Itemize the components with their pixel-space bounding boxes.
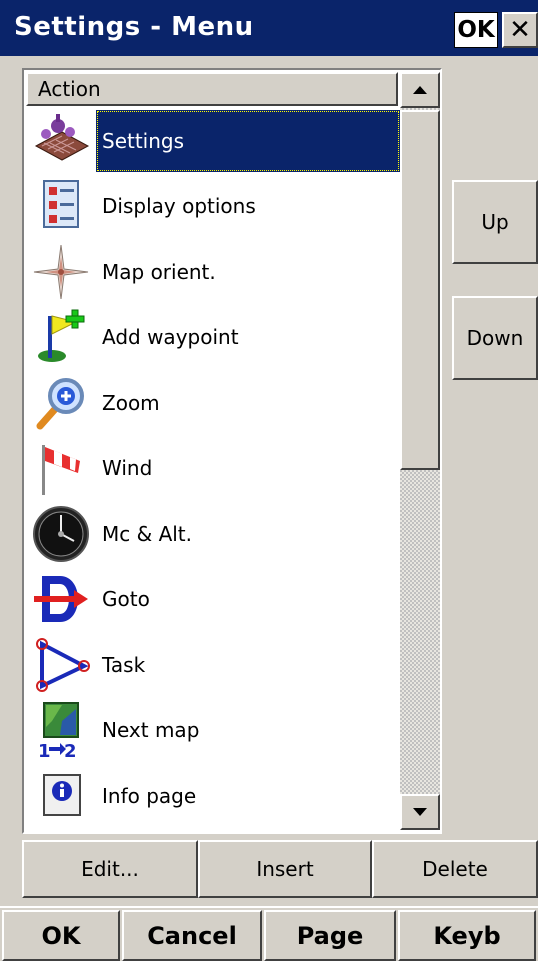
list-item-display-options[interactable]: Display options (26, 174, 400, 240)
action-list[interactable]: Action Settings Display options Map orie… (22, 68, 442, 834)
list-item-label: Map orient. (102, 259, 216, 284)
move-down-button[interactable]: Down (452, 296, 538, 380)
list-item-zoom[interactable]: Zoom (26, 370, 400, 436)
menu-ok-button[interactable]: OK (2, 910, 120, 961)
list-item-label: Add waypoint (102, 325, 239, 350)
list-item-goto[interactable]: Goto (26, 567, 400, 633)
list-item-label: Goto (102, 587, 150, 612)
compass-rose-icon (26, 242, 96, 302)
add-waypoint-flag-icon (26, 307, 96, 367)
menu-page-button[interactable]: Page (264, 910, 396, 961)
list-item-next-map[interactable]: 1 2 Next map (26, 698, 400, 764)
arrow-up-icon (413, 86, 427, 94)
list-item-map-orient[interactable]: Map orient. (26, 239, 400, 305)
info-icon (26, 766, 96, 826)
scroll-thumb[interactable] (400, 110, 440, 470)
menu-bar: OK Cancel Page Keyb (0, 906, 538, 961)
scroll-up-button[interactable] (400, 72, 440, 108)
vertical-scrollbar[interactable] (400, 72, 440, 830)
altimeter-gauge-icon (26, 504, 96, 564)
title-ok-button[interactable]: OK (454, 12, 498, 48)
zoom-magnifier-icon (26, 373, 96, 433)
list-item-settings[interactable]: Settings (26, 108, 400, 174)
insert-button[interactable]: Insert (198, 840, 372, 898)
list-item-wind[interactable]: Wind (26, 436, 400, 502)
svg-text:1: 1 (38, 741, 51, 759)
list-rows: Settings Display options Map orient. Add… (26, 108, 400, 829)
next-map-icon: 1 2 (26, 700, 96, 760)
scroll-down-button[interactable] (400, 794, 440, 830)
goto-arrow-icon (26, 569, 96, 629)
delete-button[interactable]: Delete (372, 840, 538, 898)
list-item-label: Wind (102, 456, 153, 481)
list-item-label: Info page (102, 783, 197, 808)
menu-keyb-button[interactable]: Keyb (398, 910, 536, 961)
list-item-label: Display options (102, 194, 256, 219)
list-item-label: Settings (96, 110, 400, 172)
move-up-button[interactable]: Up (452, 180, 538, 264)
list-item-mc-alt[interactable]: Mc & Alt. (26, 501, 400, 567)
list-item-label: Zoom (102, 390, 160, 415)
list-item-add-waypoint[interactable]: Add waypoint (26, 305, 400, 371)
list-item-task[interactable]: Task (26, 632, 400, 698)
list-item-label: Task (102, 652, 146, 677)
arrow-down-icon (413, 808, 427, 816)
title-bar: Settings - Menu OK ✕ (0, 0, 538, 56)
svg-text:2: 2 (64, 741, 77, 759)
close-icon: ✕ (509, 15, 531, 45)
list-item-info-page[interactable]: Info page (26, 763, 400, 829)
windsock-icon (26, 438, 96, 498)
edit-button[interactable]: Edit... (22, 840, 198, 898)
edit-button-bar: Edit... Insert Delete (22, 840, 538, 898)
display-options-icon (26, 176, 96, 236)
close-button[interactable]: ✕ (502, 12, 538, 48)
settings-icon (26, 111, 96, 171)
list-item-label: Mc & Alt. (102, 521, 192, 546)
window-title: Settings - Menu (14, 12, 254, 42)
task-triangle-icon (26, 635, 96, 695)
menu-cancel-button[interactable]: Cancel (122, 910, 262, 961)
column-header-action[interactable]: Action (26, 72, 398, 106)
list-item-label: Next map (102, 718, 200, 743)
